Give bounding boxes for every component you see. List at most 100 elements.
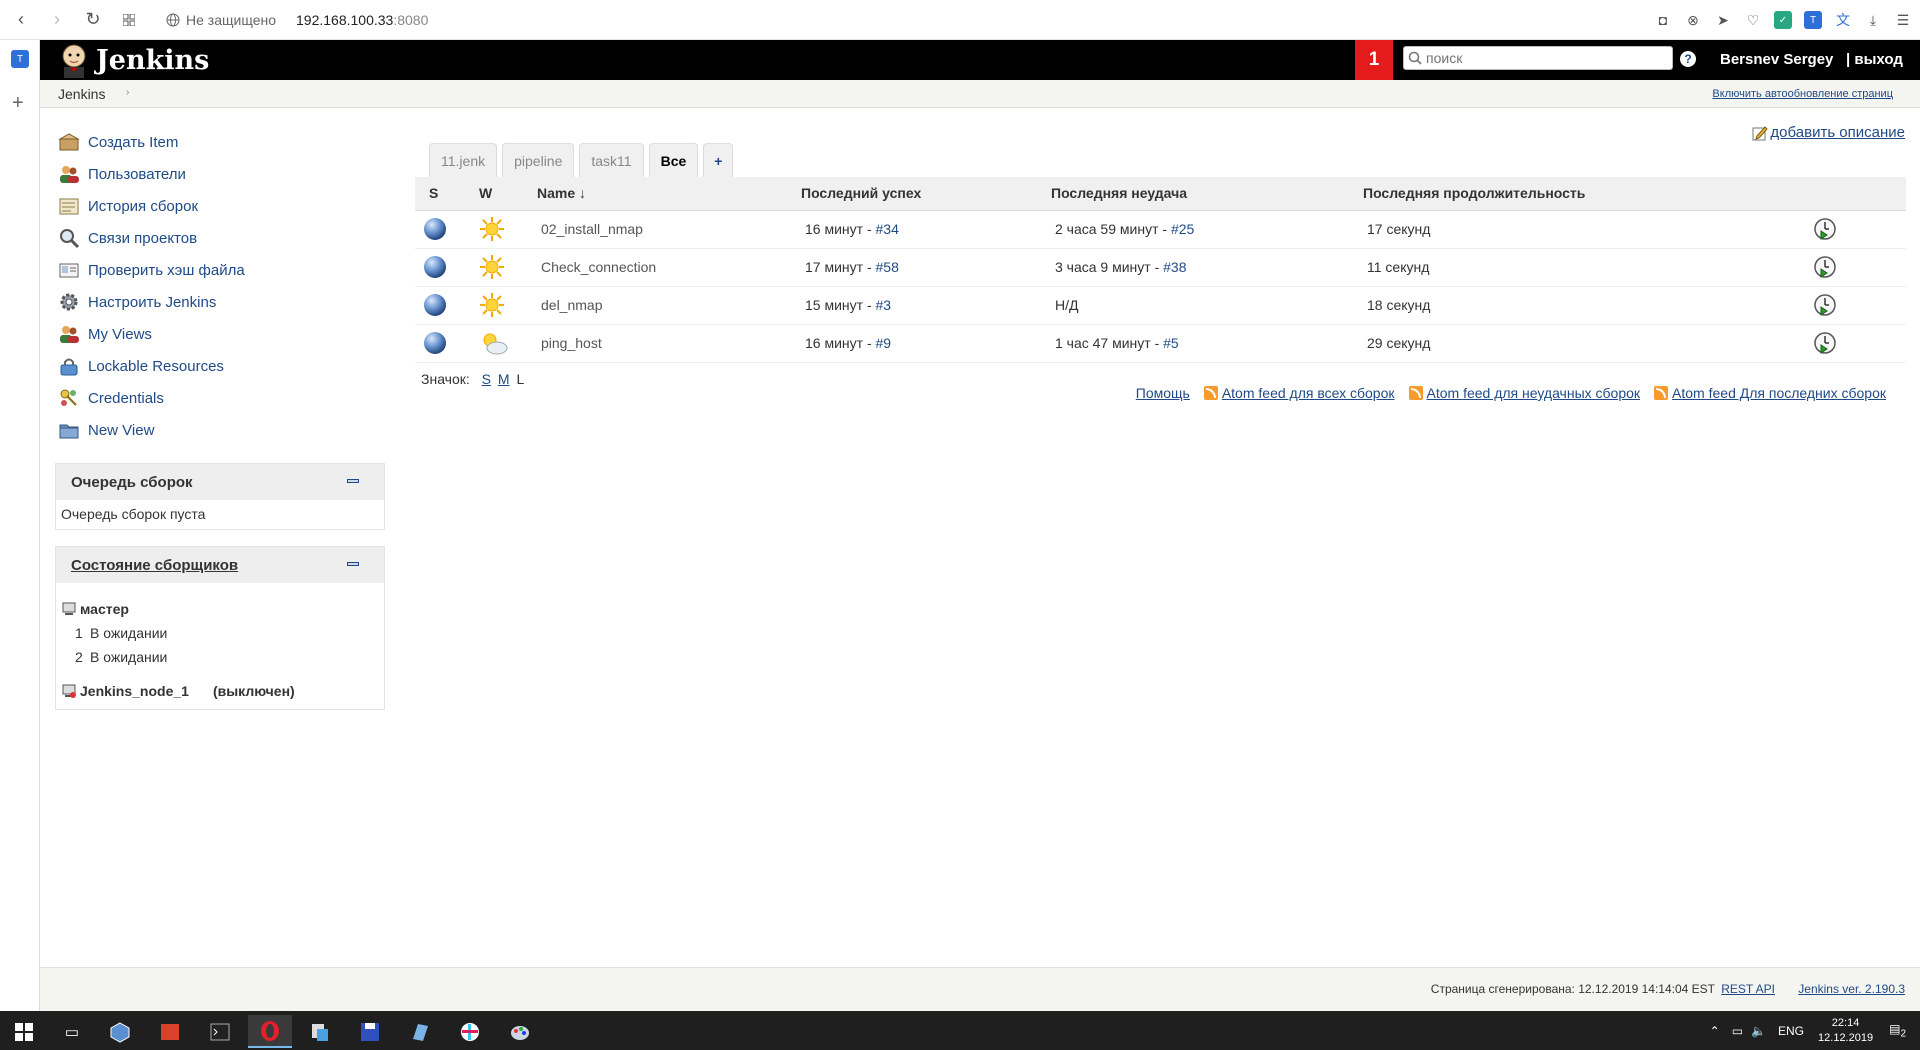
clock[interactable]: 22:14 12.12.2019 (1818, 1016, 1873, 1046)
job-name-link[interactable]: del_nmap (541, 297, 603, 313)
notification-badge[interactable]: 1 (1355, 40, 1393, 80)
paint-icon[interactable] (498, 1015, 542, 1048)
translate-icon[interactable]: T (1804, 11, 1822, 29)
feed-latest-link[interactable]: Atom feed Для последних сборок (1672, 385, 1886, 401)
network-icon[interactable]: ▭ (1732, 1024, 1743, 1038)
generated-time: Страница сгенерирована: 12.12.2019 14:14… (1430, 982, 1715, 996)
tab-pipeline[interactable]: pipeline (502, 143, 575, 177)
block-icon[interactable]: ⊗ (1684, 11, 1702, 29)
notifications-icon[interactable]: ▤2 (1889, 1022, 1906, 1039)
breadcrumb-arrow-icon[interactable]: › (126, 87, 129, 98)
col-status[interactable]: S (415, 177, 471, 211)
failure-build-link[interactable]: #25 (1171, 221, 1194, 237)
task-manage-jenkins[interactable]: Настроить Jenkins (58, 286, 378, 318)
computer-master[interactable]: мастер (62, 597, 378, 621)
add-description-link[interactable]: добавить описание (1752, 124, 1905, 141)
failure-build-link[interactable]: #5 (1163, 335, 1179, 351)
col-weather[interactable]: W (471, 177, 534, 211)
task-fingerprint[interactable]: Проверить хэш файла (58, 254, 378, 286)
collapse-icon[interactable] (347, 562, 359, 566)
help-link[interactable]: Помощь (1136, 385, 1190, 401)
task-label: Связи проектов (88, 229, 198, 247)
save-app-icon[interactable] (348, 1015, 392, 1048)
app-files-icon[interactable] (298, 1015, 342, 1048)
forward-icon[interactable]: › (42, 5, 72, 35)
translate-alt-icon[interactable]: 文 (1834, 11, 1852, 29)
partly-cloudy-weather-icon (479, 330, 534, 356)
volume-icon[interactable]: 🔈 (1751, 1024, 1766, 1038)
collapse-icon[interactable] (347, 479, 359, 483)
menu-icon[interactable]: ☰ (1894, 11, 1912, 29)
job-name-link[interactable]: 02_install_nmap (541, 221, 643, 237)
task-credentials[interactable]: Credentials (58, 382, 378, 414)
send-icon[interactable]: ➤ (1714, 11, 1732, 29)
extension-icon[interactable]: ✓ (1774, 11, 1792, 29)
breadcrumb-jenkins[interactable]: Jenkins (58, 86, 105, 102)
task-view-icon[interactable]: ▭ (50, 1015, 94, 1048)
help-icon[interactable]: ? (1680, 51, 1696, 67)
schedule-build-icon[interactable] (1813, 217, 1837, 241)
node-name[interactable]: Jenkins_node_1 (80, 683, 189, 699)
language-indicator[interactable]: ENG (1778, 1024, 1804, 1038)
col-last-duration[interactable]: Последняя продолжительность (1363, 177, 1813, 211)
success-build-link[interactable]: #58 (876, 259, 899, 275)
slack-icon[interactable] (448, 1015, 492, 1048)
logout-link[interactable]: | выход (1846, 51, 1903, 68)
notification-count: 2 (1900, 1028, 1906, 1040)
executors-title[interactable]: Состояние сборщиков (71, 557, 238, 574)
schedule-build-icon[interactable] (1813, 255, 1837, 279)
jenkins-logo[interactable]: Jenkins (58, 42, 209, 78)
task-build-history[interactable]: История сборок (58, 190, 378, 222)
version-link[interactable]: Jenkins ver. 2.190.3 (1798, 982, 1905, 996)
task-users[interactable]: Пользователи (58, 158, 378, 190)
icon-size-m[interactable]: M (498, 371, 510, 387)
feed-failed-link[interactable]: Atom feed для неудачных сборок (1427, 385, 1641, 401)
terminal-icon[interactable] (198, 1015, 242, 1048)
task-new-item[interactable]: Создать Item (58, 126, 378, 158)
windows-start-icon[interactable] (2, 1015, 46, 1048)
tabs-grid-icon[interactable] (114, 5, 144, 35)
col-name[interactable]: Name ↓ (534, 177, 801, 211)
task-new-view[interactable]: New View (58, 414, 378, 446)
sidebar-app-icon[interactable]: T (11, 50, 29, 68)
clock-date: 12.12.2019 (1818, 1031, 1874, 1044)
rest-api-link[interactable]: REST API (1721, 982, 1775, 996)
success-build-link[interactable]: #9 (876, 335, 892, 351)
success-build-link[interactable]: #3 (876, 297, 892, 313)
opera-icon[interactable] (248, 1015, 292, 1048)
job-name-link[interactable]: Check_connection (541, 259, 656, 275)
address-bar[interactable]: Не защищено 192.168.100.33:8080 (166, 12, 428, 28)
search-input[interactable] (1426, 50, 1666, 66)
users-icon (60, 166, 79, 183)
tab-all[interactable]: Все (648, 143, 699, 177)
app-blue-icon[interactable] (398, 1015, 442, 1048)
auto-refresh-link[interactable]: Включить автообновление страниц (1712, 88, 1893, 100)
success-build-link[interactable]: #34 (876, 221, 899, 237)
user-link[interactable]: Bersnev Sergey (1720, 51, 1833, 68)
task-project-relations[interactable]: Связи проектов (58, 222, 378, 254)
rss-icon (1654, 386, 1669, 400)
job-name-link[interactable]: ping_host (541, 335, 602, 351)
app-red-icon[interactable] (148, 1015, 192, 1048)
back-icon[interactable]: ‹ (6, 5, 36, 35)
add-panel-icon[interactable]: + (12, 92, 24, 115)
schedule-build-icon[interactable] (1813, 293, 1837, 317)
col-last-success[interactable]: Последний успех (801, 177, 1051, 211)
download-icon[interactable]: ⤓ (1864, 11, 1882, 29)
new-package-icon (58, 133, 80, 151)
tab-task11[interactable]: task11 (579, 143, 644, 177)
camera-icon[interactable]: ◘ (1654, 11, 1672, 29)
heart-icon[interactable]: ♡ (1744, 11, 1762, 29)
icon-size-s[interactable]: S (482, 371, 491, 387)
tab-11-jenk[interactable]: 11.jenk (429, 143, 498, 177)
task-lockable-resources[interactable]: Lockable Resources (58, 350, 378, 382)
failure-build-link[interactable]: #38 (1163, 259, 1186, 275)
col-last-failure[interactable]: Последняя неудача (1051, 177, 1363, 211)
task-my-views[interactable]: My Views (58, 318, 378, 350)
schedule-build-icon[interactable] (1813, 331, 1837, 355)
virtualbox-icon[interactable] (98, 1015, 142, 1048)
tray-chevron-icon[interactable]: ⌃ (1710, 1024, 1720, 1038)
tab-add-view[interactable]: + (703, 143, 734, 177)
feed-all-link[interactable]: Atom feed для всех сборок (1222, 385, 1395, 401)
reload-icon[interactable]: ↻ (78, 5, 108, 35)
